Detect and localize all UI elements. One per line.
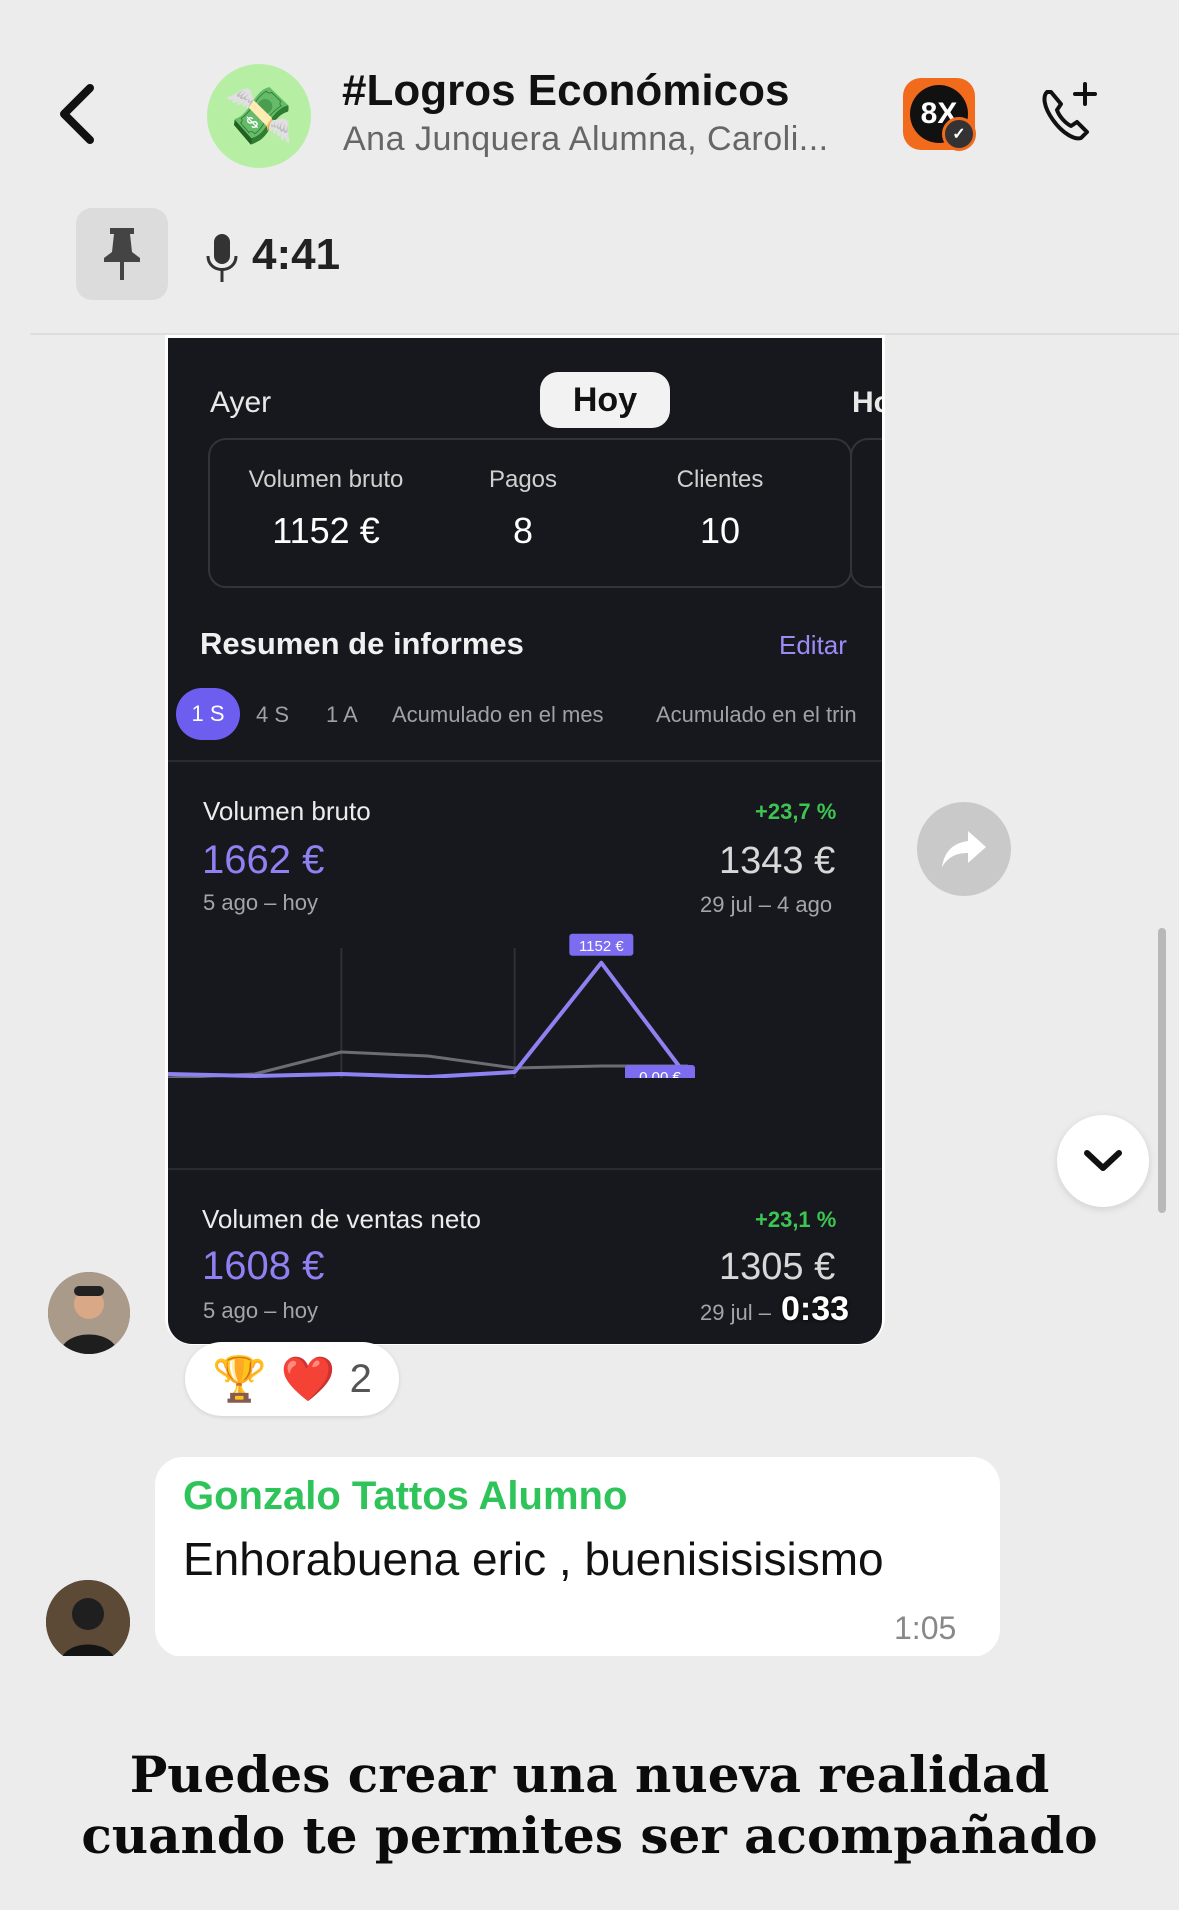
forward-button[interactable]: [917, 802, 1011, 896]
metric-prev-value: 1305 €: [719, 1246, 836, 1288]
avatar-image: [48, 1272, 130, 1354]
period-chip: 4 S: [256, 702, 290, 727]
stat-label: Volumen bruto: [248, 466, 404, 493]
series-line: [168, 960, 690, 1078]
metric-prev-range: 29 jul –: [700, 1300, 771, 1325]
pin-button[interactable]: [76, 208, 168, 300]
period-chip: Acumulado en el trin: [656, 702, 857, 727]
stat-value: 1152 €: [272, 510, 380, 551]
caption-line: Puedes crear una nueva realidad: [129, 1745, 1050, 1804]
svg-text:1152 €: 1152 €: [579, 938, 624, 955]
caption-line: cuando te permites ser acompañado: [81, 1806, 1098, 1865]
period-chip-active: 1 S: [176, 688, 240, 740]
stat-label: Pagos: [488, 466, 558, 493]
app-badge[interactable]: 8X ✓: [903, 78, 976, 151]
chat-header: [0, 0, 1179, 335]
back-button[interactable]: [52, 82, 100, 146]
metric-range: 5 ago – hoy: [203, 1298, 318, 1323]
microphone-icon: [206, 234, 238, 282]
group-title[interactable]: #Logros Económicos: [342, 66, 789, 116]
metric-change: +23,7 %: [755, 799, 837, 824]
metric-change: +23,1 %: [755, 1207, 837, 1232]
pin-icon: [104, 228, 140, 280]
scroll-down-button[interactable]: [1057, 1115, 1149, 1207]
stat-label: Clientes: [676, 466, 764, 493]
avatar[interactable]: [46, 1580, 130, 1664]
trophy-icon: 🏆: [212, 1355, 267, 1404]
reaction-count: 2: [349, 1356, 372, 1401]
stat-value: 8: [512, 510, 534, 551]
metric-value: 1608 €: [202, 1244, 325, 1288]
stat-value: 10: [699, 510, 741, 551]
phone-plus-icon[interactable]: [1033, 78, 1105, 150]
period-chip: Acumulado en el mes: [392, 702, 604, 727]
metric-value: 1662 €: [202, 838, 325, 882]
money-with-wings-icon: 💸: [224, 84, 294, 147]
reactions-pill[interactable]: 🏆 ❤️ 2: [185, 1342, 399, 1416]
video-frame[interactable]: Ayer Hoy Ho Volumen bruto 1152 € Pagos 8…: [168, 338, 882, 1344]
section-divider: [168, 1168, 882, 1170]
metric-label: Volumen bruto: [203, 796, 371, 826]
avatar[interactable]: [48, 1272, 130, 1354]
segment-next: Ho: [852, 386, 882, 419]
avatar-image: [46, 1580, 130, 1664]
message-sender[interactable]: Gonzalo Tattos Alumno: [183, 1474, 627, 1519]
svg-text:0,00 €: 0,00 €: [639, 1069, 681, 1078]
metric-prev-value: 1343 €: [719, 840, 836, 882]
group-avatar[interactable]: 💸: [207, 64, 311, 168]
period-chip: 1 A: [326, 702, 358, 727]
metric-label: Volumen de ventas neto: [202, 1204, 481, 1234]
edit-link: Editar: [779, 630, 847, 660]
line-chart: 1152 € 0,00 €: [168, 933, 695, 1078]
data-label: 0,00 €: [625, 1065, 695, 1078]
segment-hoy: Hoy: [540, 372, 670, 428]
scrollbar[interactable]: [1158, 928, 1166, 1213]
share-arrow-icon: [942, 831, 986, 867]
section-title: Resumen de informes: [200, 626, 524, 661]
segment-ayer: Ayer: [210, 386, 272, 419]
message-text: Enhorabuena eric , buenisisisismo: [183, 1533, 884, 1585]
group-members[interactable]: Ana Junquera Alumna, Caroli...: [343, 120, 829, 159]
message-time: 1:05: [894, 1610, 957, 1646]
section-divider: [168, 760, 882, 762]
video-timer: 0:33: [781, 1290, 850, 1328]
chevron-down-icon: [1084, 1150, 1122, 1171]
data-label: 1152 €: [569, 933, 634, 956]
pinned-duration: 4:41: [252, 230, 341, 279]
check-icon: ✓: [942, 117, 976, 151]
stats-card-next: [850, 438, 882, 588]
heart-icon: ❤️: [280, 1355, 336, 1404]
